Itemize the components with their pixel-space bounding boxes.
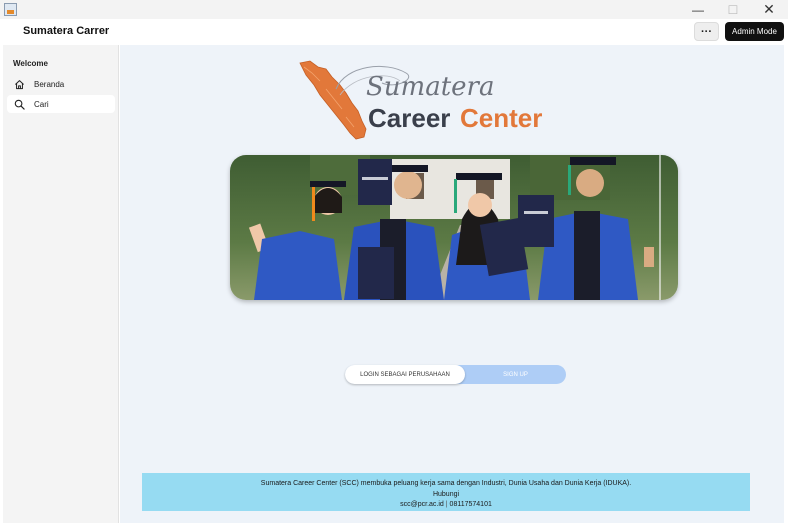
sidebar-item-label: Cari bbox=[34, 99, 49, 109]
app-title: Sumatera Carrer bbox=[23, 25, 110, 37]
sumatera-career-center-logo: Sumatera Career Center bbox=[299, 60, 542, 140]
close-button[interactable]: ✕ bbox=[752, 0, 786, 19]
sidebar-item-cari[interactable]: Cari bbox=[7, 95, 115, 113]
logo-center-text: Center bbox=[460, 103, 542, 133]
main-content: Sumatera Career Center LOGIN SEBAGAI PER… bbox=[120, 45, 784, 523]
signup-tab[interactable]: SIGN UP bbox=[465, 365, 566, 384]
search-icon bbox=[13, 98, 25, 110]
footer-contact-heading: Hubungi bbox=[432, 490, 460, 498]
footer-separator: | bbox=[445, 501, 448, 508]
sidebar-heading: Welcome bbox=[13, 59, 48, 68]
admin-mode-button[interactable]: Admin Mode bbox=[725, 22, 784, 41]
sidebar-item-beranda[interactable]: Beranda bbox=[7, 75, 115, 93]
footer-contact-line: scc@pcr.ac.id | 08117574101 bbox=[142, 500, 750, 511]
sidebar: Welcome Beranda Cari bbox=[3, 45, 119, 523]
window-titlebar: — ☐ ✕ bbox=[0, 0, 788, 19]
footer-info: Sumatera Career Center (SCC) membuka pel… bbox=[142, 473, 750, 511]
logo-career-text: Career bbox=[368, 103, 450, 133]
maximize-button[interactable]: ☐ bbox=[716, 0, 750, 19]
graduates-hero-image bbox=[230, 155, 678, 300]
home-icon bbox=[13, 78, 25, 90]
footer-phone: 08117574101 bbox=[449, 501, 492, 508]
more-options-button[interactable]: ··· bbox=[694, 22, 719, 41]
app-header: Sumatera Carrer ··· Admin Mode bbox=[0, 19, 788, 45]
login-company-tab[interactable]: LOGIN SEBAGAI PERUSAHAAN bbox=[345, 365, 465, 384]
java-app-icon bbox=[4, 3, 17, 16]
sumatra-map-icon bbox=[299, 60, 367, 140]
logo-script-text: Sumatera bbox=[366, 72, 494, 102]
footer-email[interactable]: scc@pcr.ac.id bbox=[400, 501, 444, 508]
footer-description: Sumatera Career Center (SCC) membuka pel… bbox=[260, 480, 632, 487]
auth-mode-toggle: LOGIN SEBAGAI PERUSAHAAN SIGN UP bbox=[345, 365, 566, 384]
sidebar-item-label: Beranda bbox=[34, 79, 65, 89]
minimize-button[interactable]: — bbox=[681, 0, 715, 19]
